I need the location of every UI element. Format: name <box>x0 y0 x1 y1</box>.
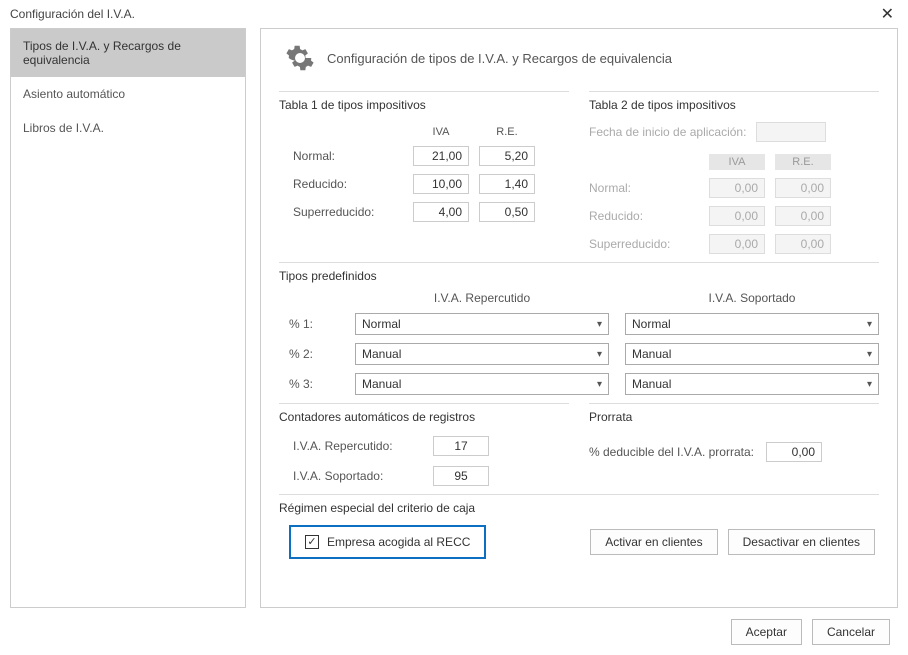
prorrata-title: Prorrata <box>589 410 879 424</box>
tabla2-reducido-iva <box>709 206 765 226</box>
recc-checkbox[interactable]: ✓ <box>305 535 319 549</box>
predef-row2-rep-select[interactable]: Manual▾ <box>355 343 609 365</box>
tabla1-super-label: Superreducido: <box>293 205 403 219</box>
close-icon[interactable]: ✕ <box>875 4 900 24</box>
tabla1-super-iva[interactable] <box>413 202 469 222</box>
main-title: Configuración de tipos de I.V.A. y Recar… <box>327 51 672 66</box>
tabla2-super-label: Superreducido: <box>589 237 699 251</box>
recc-title: Régimen especial del criterio de caja <box>279 501 879 515</box>
predefinidos-panel: Tipos predefinidos I.V.A. Repercutido I.… <box>279 262 879 395</box>
cont-rep-input[interactable] <box>433 436 489 456</box>
gear-icon <box>285 43 315 73</box>
chevron-down-icon: ▾ <box>867 379 872 390</box>
sidebar-item-libros[interactable]: Libros de I.V.A. <box>11 111 245 145</box>
predef-row2-label: % 2: <box>289 347 339 361</box>
recc-checkbox-container[interactable]: ✓ Empresa acogida al RECC <box>289 525 486 559</box>
predef-head-sop: I.V.A. Soportado <box>625 291 879 305</box>
tabla1-head-re: R.E. <box>479 126 535 138</box>
tabla1-panel: Tabla 1 de tipos impositivos IVA R.E. No… <box>279 91 569 254</box>
predef-row3-label: % 3: <box>289 377 339 391</box>
counters-row: Contadores automáticos de registros I.V.… <box>279 401 879 486</box>
tabla1-super-re[interactable] <box>479 202 535 222</box>
chevron-down-icon: ▾ <box>597 379 602 390</box>
titlebar: Configuración del I.V.A. ✕ <box>0 0 908 28</box>
tabla2-date-input <box>756 122 826 142</box>
chevron-down-icon: ▾ <box>867 349 872 360</box>
chevron-down-icon: ▾ <box>597 349 602 360</box>
window-title: Configuración del I.V.A. <box>10 7 135 21</box>
contadores-title: Contadores automáticos de registros <box>279 410 569 424</box>
desactivar-clientes-button[interactable]: Desactivar en clientes <box>728 529 875 555</box>
tabla2-head-iva: IVA <box>709 154 765 170</box>
iva-config-window: Configuración del I.V.A. ✕ Tipos de I.V.… <box>0 0 908 655</box>
recc-check-label: Empresa acogida al RECC <box>327 535 470 549</box>
tabla1-reducido-iva[interactable] <box>413 174 469 194</box>
predef-head-rep: I.V.A. Repercutido <box>355 291 609 305</box>
tablas-row: Tabla 1 de tipos impositivos IVA R.E. No… <box>279 89 879 254</box>
contadores-panel: Contadores automáticos de registros I.V.… <box>279 403 569 486</box>
predef-row2-sop-select[interactable]: Manual▾ <box>625 343 879 365</box>
tabla2-super-re <box>775 234 831 254</box>
tabla1-head-iva: IVA <box>413 126 469 138</box>
cont-sop-input[interactable] <box>433 466 489 486</box>
tabla1-reducido-label: Reducido: <box>293 177 403 191</box>
dialog-footer: Aceptar Cancelar <box>731 619 890 645</box>
tabla1-normal-label: Normal: <box>293 149 403 163</box>
prorrata-label: % deducible del I.V.A. prorrata: <box>589 445 754 459</box>
tabla2-panel: Tabla 2 de tipos impositivos Fecha de in… <box>589 91 879 254</box>
tabla1-normal-re[interactable] <box>479 146 535 166</box>
tabla1-reducido-re[interactable] <box>479 174 535 194</box>
sidebar: Tipos de I.V.A. y Recargos de equivalenc… <box>10 28 246 608</box>
main-panel: Configuración de tipos de I.V.A. y Recar… <box>260 28 898 608</box>
tabla2-reducido-re <box>775 206 831 226</box>
sidebar-item-asiento[interactable]: Asiento automático <box>11 77 245 111</box>
tabla1-title: Tabla 1 de tipos impositivos <box>279 98 569 112</box>
cont-rep-label: I.V.A. Repercutido: <box>293 439 423 453</box>
prorrata-panel: Prorrata % deducible del I.V.A. prorrata… <box>589 403 879 486</box>
tabla2-normal-label: Normal: <box>589 181 699 195</box>
predef-row3-rep-select[interactable]: Manual▾ <box>355 373 609 395</box>
predef-row3-sop-select[interactable]: Manual▾ <box>625 373 879 395</box>
accept-button[interactable]: Aceptar <box>731 619 802 645</box>
tabla2-reducido-label: Reducido: <box>589 209 699 223</box>
predef-row1-rep-select[interactable]: Normal▾ <box>355 313 609 335</box>
tabla2-normal-iva <box>709 178 765 198</box>
tabla2-title: Tabla 2 de tipos impositivos <box>589 98 879 112</box>
chevron-down-icon: ▾ <box>597 319 602 330</box>
tabla1-normal-iva[interactable] <box>413 146 469 166</box>
tabla2-normal-re <box>775 178 831 198</box>
predef-title: Tipos predefinidos <box>279 269 879 283</box>
main-header: Configuración de tipos de I.V.A. y Recar… <box>279 43 879 73</box>
predef-row1-sop-select[interactable]: Normal▾ <box>625 313 879 335</box>
tabla2-head-re: R.E. <box>775 154 831 170</box>
activar-clientes-button[interactable]: Activar en clientes <box>590 529 717 555</box>
prorrata-input[interactable] <box>766 442 822 462</box>
sidebar-item-tipos-iva[interactable]: Tipos de I.V.A. y Recargos de equivalenc… <box>11 29 245 77</box>
recc-panel: Régimen especial del criterio de caja ✓ … <box>279 494 879 559</box>
cancel-button[interactable]: Cancelar <box>812 619 890 645</box>
cont-sop-label: I.V.A. Soportado: <box>293 469 423 483</box>
tabla2-date-label: Fecha de inicio de aplicación: <box>589 125 746 139</box>
tabla2-super-iva <box>709 234 765 254</box>
content: Tipos de I.V.A. y Recargos de equivalenc… <box>0 28 908 608</box>
chevron-down-icon: ▾ <box>867 319 872 330</box>
predef-row1-label: % 1: <box>289 317 339 331</box>
recc-buttons: Activar en clientes Desactivar en client… <box>590 529 875 555</box>
